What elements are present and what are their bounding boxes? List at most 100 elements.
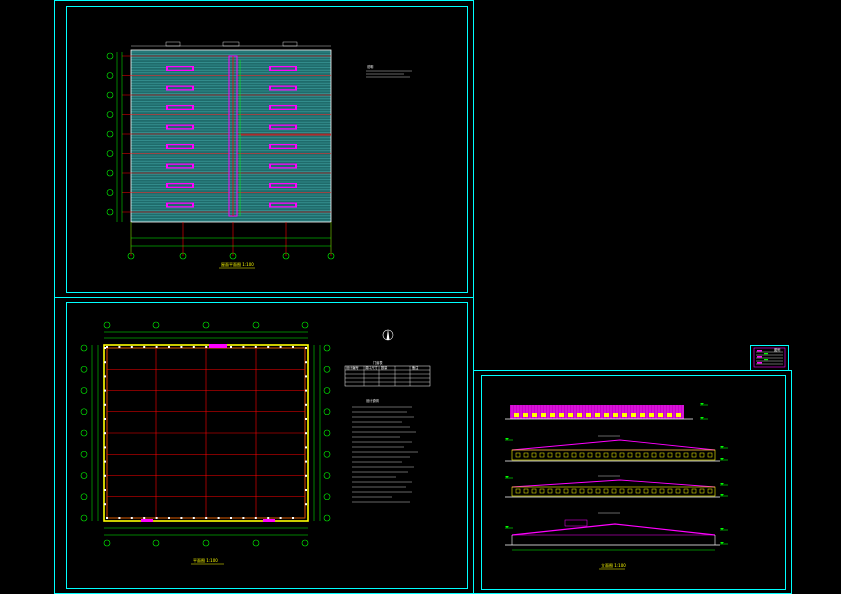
elevations-title: 立面图 1:100 [601,562,626,568]
window-icon [643,488,649,494]
window-icon [627,488,633,494]
legend-block: 图例 [753,347,786,368]
floor-grid-axes [106,347,306,519]
window-icon [571,488,577,494]
axis-bubble-icon [106,208,114,216]
window-icon [595,452,601,458]
window-icon [611,452,617,458]
window-icon [659,452,665,458]
roof-axis-bubbles-bottom [127,252,335,260]
window-icon [587,452,593,458]
dw-header-3: 数量 [381,365,388,370]
window-icon [631,413,636,417]
axis-bubble-icon [202,539,210,547]
window-icon [547,452,553,458]
roof-note: 说明 [366,64,412,78]
window-icon [691,488,697,494]
floor-plan: 门窗表 设计编号 洞口尺寸 数量 备注 设计说明 平面图 1:100 [80,321,431,565]
window-icon [622,413,627,417]
window-icon [659,488,665,494]
axis-bubble-icon [106,52,114,60]
window-icon [604,413,609,417]
elevations: 立面图 1:100 [505,403,728,570]
window-icon [603,488,609,494]
roof-plan: 说明 屋面平面图 1:100 [106,41,412,269]
window-icon [539,452,545,458]
window-icon [523,488,529,494]
axis-bubble-icon [80,344,88,352]
window-icon [531,452,537,458]
window-icon [667,488,673,494]
axis-bubble-icon [80,450,88,458]
floor-plan-title: 平面图 1:100 [193,557,218,563]
window-icon [707,488,713,494]
axis-bubble-icon [106,130,114,138]
roof-fill [131,50,331,222]
door-window-table-title: 门窗表 [373,360,383,365]
window-icon [563,488,569,494]
axis-bubble-icon [106,189,114,196]
window-icon [649,413,654,417]
window-icon [515,452,521,458]
cad-drawing-canvas: 图例 说明 屋面平面图 1:100 门窗表 设计编号 洞口尺寸 数量 备注 设计… [54,0,792,594]
axis-bubble-icon [252,539,260,547]
window-icon [627,452,633,458]
dw-header-4: 备注 [412,365,419,370]
axis-bubble-icon [103,539,111,547]
window-icon [555,488,561,494]
window-icon [586,413,591,417]
axis-bubble-icon [323,514,331,522]
window-icon [579,488,585,494]
window-icon [577,413,582,417]
floor-axis-bubbles [80,321,331,547]
legend-title: 图例 [774,347,780,352]
axis-bubble-icon [103,321,111,329]
axis-bubble-icon [80,408,88,416]
roof-note-title: 说明 [367,64,373,69]
axis-bubble-icon [80,472,88,479]
window-icon [667,413,672,417]
door-window-table: 门窗表 设计编号 洞口尺寸 数量 备注 [344,360,431,387]
window-icon [640,413,645,417]
window-icon [675,488,681,494]
window-icon [691,452,697,458]
window-icon [699,488,705,494]
axis-bubble-icon [80,514,88,522]
window-icon [651,452,657,458]
axis-bubble-icon [323,450,331,458]
window-icon [676,413,681,417]
sheet-right-outer [473,370,792,594]
window-icon [587,488,593,494]
window-icon [699,452,705,458]
section-view [505,519,720,551]
axis-bubble-icon [106,72,114,79]
axis-bubble-icon [202,321,210,329]
window-icon [635,488,641,494]
window-icon [613,413,618,417]
window-icon [523,452,529,458]
window-icon [595,413,600,417]
sheet-bottom-left-outer [54,297,474,594]
window-icon [651,488,657,494]
axis-bubble-icon [323,387,331,394]
axis-bubble-icon [106,150,114,157]
window-icon [635,452,641,458]
axis-bubble-icon [301,539,309,547]
window-icon [579,452,585,458]
window-icon [559,413,564,417]
window-icon [515,488,521,494]
window-icon [555,452,561,458]
axis-bubble-icon [152,539,160,547]
axis-bubble-icon [80,493,88,501]
north-arrow-icon [382,329,394,341]
window-icon [547,488,553,494]
axis-bubble-icon [301,321,309,329]
window-icon [532,413,537,417]
axis-bubble-icon [323,344,331,352]
axis-bubble-icon [80,365,88,373]
elevation-2 [505,439,720,477]
elevation-3 [505,479,720,514]
elevation-1 [505,405,693,437]
window-icon [683,488,689,494]
axis-bubble-icon [323,429,331,437]
